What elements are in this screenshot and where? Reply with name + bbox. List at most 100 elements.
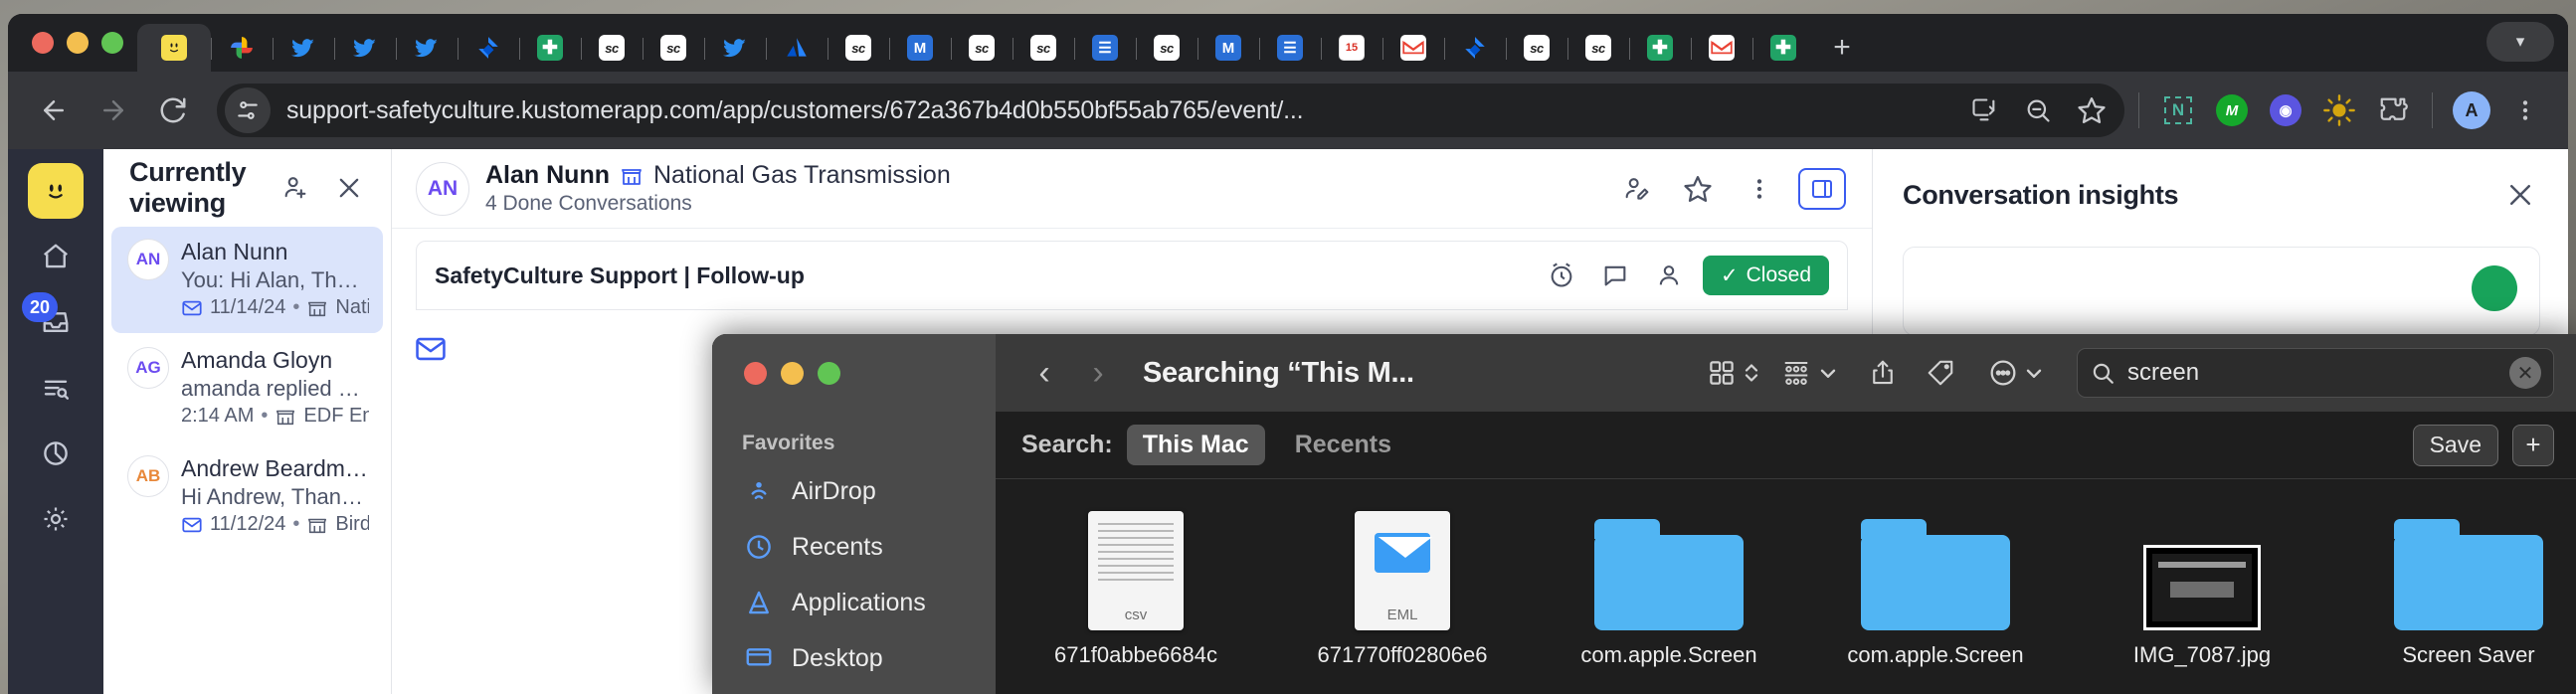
file-item[interactable]: IMG_7087.jpg	[2108, 513, 2297, 694]
browser-tab-21[interactable]	[1444, 24, 1506, 72]
minimize-window-button[interactable]	[781, 361, 804, 385]
more-vertical-icon[interactable]	[1737, 166, 1782, 212]
browser-tab-5[interactable]	[458, 24, 519, 72]
sidebar-item-home[interactable]	[28, 229, 84, 284]
comment-icon[interactable]	[1595, 256, 1635, 295]
more-actions-icon[interactable]	[1969, 346, 2061, 400]
browser-tab-24[interactable]: ✚	[1629, 24, 1691, 72]
sidebar-item-reports[interactable]	[28, 426, 84, 481]
profile-avatar[interactable]: A	[2447, 84, 2496, 137]
list-item[interactable]: AG Amanda Gloyn amanda replied on the othe…	[111, 335, 383, 441]
list-item[interactable]: AB Andrew Beardmore Hi Andrew, Thanks for …	[111, 443, 383, 550]
add-person-icon[interactable]	[276, 168, 315, 208]
scope-this-mac[interactable]: This Mac	[1126, 425, 1265, 465]
address-bar[interactable]: support-safetyculture.kustomerapp.com/ap…	[217, 84, 2124, 137]
share-icon[interactable]	[1854, 346, 1912, 400]
install-app-icon[interactable]	[1957, 84, 2011, 137]
browser-tab-11[interactable]: sc	[828, 24, 889, 72]
message-thread-card[interactable]: SafetyCulture Support | Follow-up ✓ Clos…	[416, 241, 1848, 310]
chevron-left-icon[interactable]: ‹	[1017, 346, 1071, 400]
browser-tab-26[interactable]: ✚	[1752, 24, 1814, 72]
status-badge[interactable]: ✓ Closed	[1703, 256, 1829, 295]
sidebar-item-applications[interactable]: Applications	[712, 575, 996, 630]
browser-tab-10[interactable]	[766, 24, 828, 72]
file-item[interactable]: EML 671770ff02806e6	[1308, 511, 1497, 694]
close-window-button[interactable]	[744, 361, 767, 385]
file-item[interactable]: Screen Saver	[2374, 513, 2563, 694]
window-traffic-lights[interactable]	[16, 14, 137, 72]
browser-tab-18[interactable]: ☰	[1259, 24, 1321, 72]
save-search-button[interactable]: Save	[2412, 424, 2498, 466]
tag-icon[interactable]	[1912, 346, 1969, 400]
browser-tab-17[interactable]: M	[1197, 24, 1259, 72]
browser-tab-12[interactable]: M	[889, 24, 951, 72]
browser-tab-13[interactable]: sc	[951, 24, 1012, 72]
browser-tab-1[interactable]	[211, 24, 273, 72]
chevron-right-icon[interactable]: ›	[1071, 346, 1125, 400]
finder-traffic-lights[interactable]	[712, 334, 996, 412]
file-item[interactable]: csv 671f0abbe6684c	[1041, 511, 1230, 694]
maximize-window-button[interactable]	[101, 32, 123, 54]
file-item[interactable]: com.apple.Screen	[1574, 513, 1763, 694]
sidebar-item-settings[interactable]	[28, 491, 84, 547]
list-item[interactable]: AN Alan Nunn You: Hi Alan, Thanks for the …	[111, 227, 383, 333]
bookmark-star-icon[interactable]	[2065, 84, 2118, 137]
file-name: com.apple.Screen	[1847, 642, 2024, 667]
close-window-button[interactable]	[32, 32, 54, 54]
kustomer-smiley-logo[interactable]	[28, 163, 84, 219]
back-arrow-icon[interactable]	[26, 83, 82, 138]
sidebar-item-inbox[interactable]: 20	[22, 292, 84, 350]
minimize-window-button[interactable]	[67, 32, 89, 54]
browser-tab-9[interactable]	[704, 24, 766, 72]
star-icon[interactable]	[1675, 166, 1721, 212]
browser-tab-25[interactable]	[1691, 24, 1752, 72]
browser-tab-0[interactable]	[137, 24, 211, 72]
browser-tab-20[interactable]	[1382, 24, 1444, 72]
sidebar-item-search-list[interactable]	[28, 360, 84, 416]
scope-recents[interactable]: Recents	[1279, 425, 1407, 465]
panel-toggle-icon[interactable]	[1798, 167, 1846, 210]
browser-tab-19[interactable]: 15	[1321, 24, 1382, 72]
grid-view-icon[interactable]	[1705, 346, 1762, 400]
person-icon[interactable]	[1649, 256, 1689, 295]
browser-tab-7[interactable]: sc	[581, 24, 643, 72]
extensions-puzzle-icon[interactable]	[2368, 84, 2418, 137]
sidebar-item-recents[interactable]: Recents	[712, 519, 996, 575]
browser-tab-16[interactable]: sc	[1136, 24, 1197, 72]
browser-tab-22[interactable]: sc	[1506, 24, 1567, 72]
zoom-out-icon[interactable]	[2011, 84, 2065, 137]
forward-arrow-icon[interactable]	[86, 83, 141, 138]
snooze-icon[interactable]	[1542, 256, 1581, 295]
edit-person-icon[interactable]	[1613, 166, 1659, 212]
grammarly-icon[interactable]: M	[2207, 84, 2257, 137]
clear-circle-icon[interactable]: ✕	[2509, 357, 2541, 389]
sidebar-item-desktop[interactable]: Desktop	[712, 630, 996, 686]
browser-tab-23[interactable]: sc	[1567, 24, 1629, 72]
close-x-icon[interactable]	[2500, 175, 2540, 215]
browser-tab-2[interactable]	[273, 24, 334, 72]
browser-tab-6[interactable]: ✚	[519, 24, 581, 72]
new-tab-button[interactable]: +	[1814, 24, 1870, 72]
reload-icon[interactable]	[145, 83, 201, 138]
tune-settings-icon[interactable]	[225, 87, 271, 133]
browser-tab-4[interactable]	[396, 24, 458, 72]
file-item[interactable]: com.apple.Screen	[1841, 513, 2030, 694]
close-x-icon[interactable]	[329, 168, 369, 208]
sidebar-item-airdrop[interactable]: AirDrop	[712, 463, 996, 519]
browser-tab-3[interactable]	[334, 24, 396, 72]
add-criteria-button[interactable]: +	[2512, 424, 2554, 466]
url-text[interactable]: support-safetyculture.kustomerapp.com/ap…	[271, 96, 1957, 125]
browser-tab-15[interactable]: ☰	[1074, 24, 1136, 72]
three-dots-vertical-icon[interactable]	[2500, 84, 2550, 137]
group-by-icon[interactable]	[1762, 346, 1854, 400]
finder-window-title: Searching “This M...	[1143, 356, 1414, 389]
browser-tab-8[interactable]: sc	[643, 24, 704, 72]
loom-icon[interactable]: ◉	[2261, 84, 2310, 137]
search-query-value[interactable]: screen	[2127, 359, 2497, 387]
notion-n-icon[interactable]: N	[2153, 84, 2203, 137]
finder-search-field[interactable]: screen ✕	[2077, 348, 2554, 398]
browser-tab-14[interactable]: sc	[1012, 24, 1074, 72]
tab-search-chevron-down-icon[interactable]: ▾	[2486, 22, 2554, 62]
maximize-window-button[interactable]	[818, 361, 840, 385]
sun-icon[interactable]	[2314, 84, 2364, 137]
